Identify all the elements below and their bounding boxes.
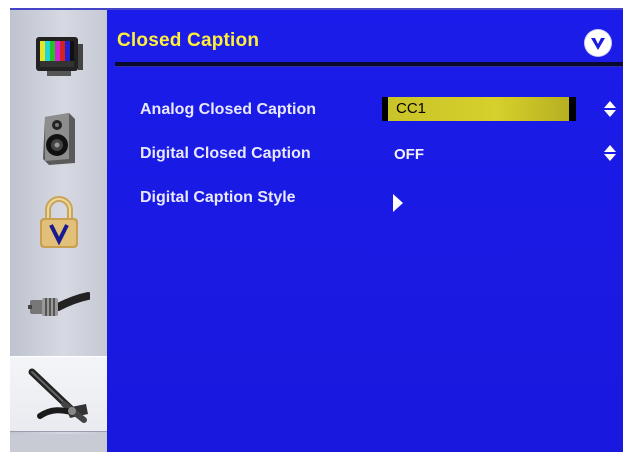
arrow-right-icon[interactable] [392, 194, 404, 212]
sidebar-item-setup[interactable] [10, 356, 107, 432]
tv-cable-icon [27, 292, 90, 316]
digital-caption-style-label[interactable]: Digital Caption Style [140, 189, 296, 207]
parental-lock-icon [39, 196, 78, 248]
sidebar-item-picture[interactable] [10, 20, 107, 94]
menu-panel: Closed Caption Analog Closed Caption CC1… [107, 10, 623, 452]
sidebar-item-parental[interactable] [10, 186, 107, 260]
digital-closed-caption-value[interactable]: OFF [394, 146, 424, 163]
sidebar-item-tv[interactable] [10, 270, 107, 344]
sidebar-item-audio[interactable] [10, 102, 107, 176]
analog-closed-caption-label[interactable]: Analog Closed Caption [140, 101, 316, 119]
audio-speaker-icon [42, 113, 75, 165]
setup-tools-icon [28, 368, 88, 423]
page-title: Closed Caption [117, 30, 260, 51]
up-down-icon[interactable] [604, 101, 616, 117]
analog-closed-caption-value: CC1 [396, 100, 427, 117]
vizio-v-logo [585, 30, 611, 56]
title-divider [115, 62, 623, 66]
picture-tv-icon [35, 37, 83, 76]
analog-closed-caption-select[interactable]: CC1 [382, 97, 576, 121]
sidebar [10, 10, 107, 452]
v-logo-icon [591, 38, 605, 50]
osd-menu-frame: Closed Caption Analog Closed Caption CC1… [10, 8, 623, 452]
sidebar-bottom-bar [10, 434, 107, 452]
up-down-icon[interactable] [604, 145, 616, 161]
digital-closed-caption-label[interactable]: Digital Closed Caption [140, 145, 311, 163]
